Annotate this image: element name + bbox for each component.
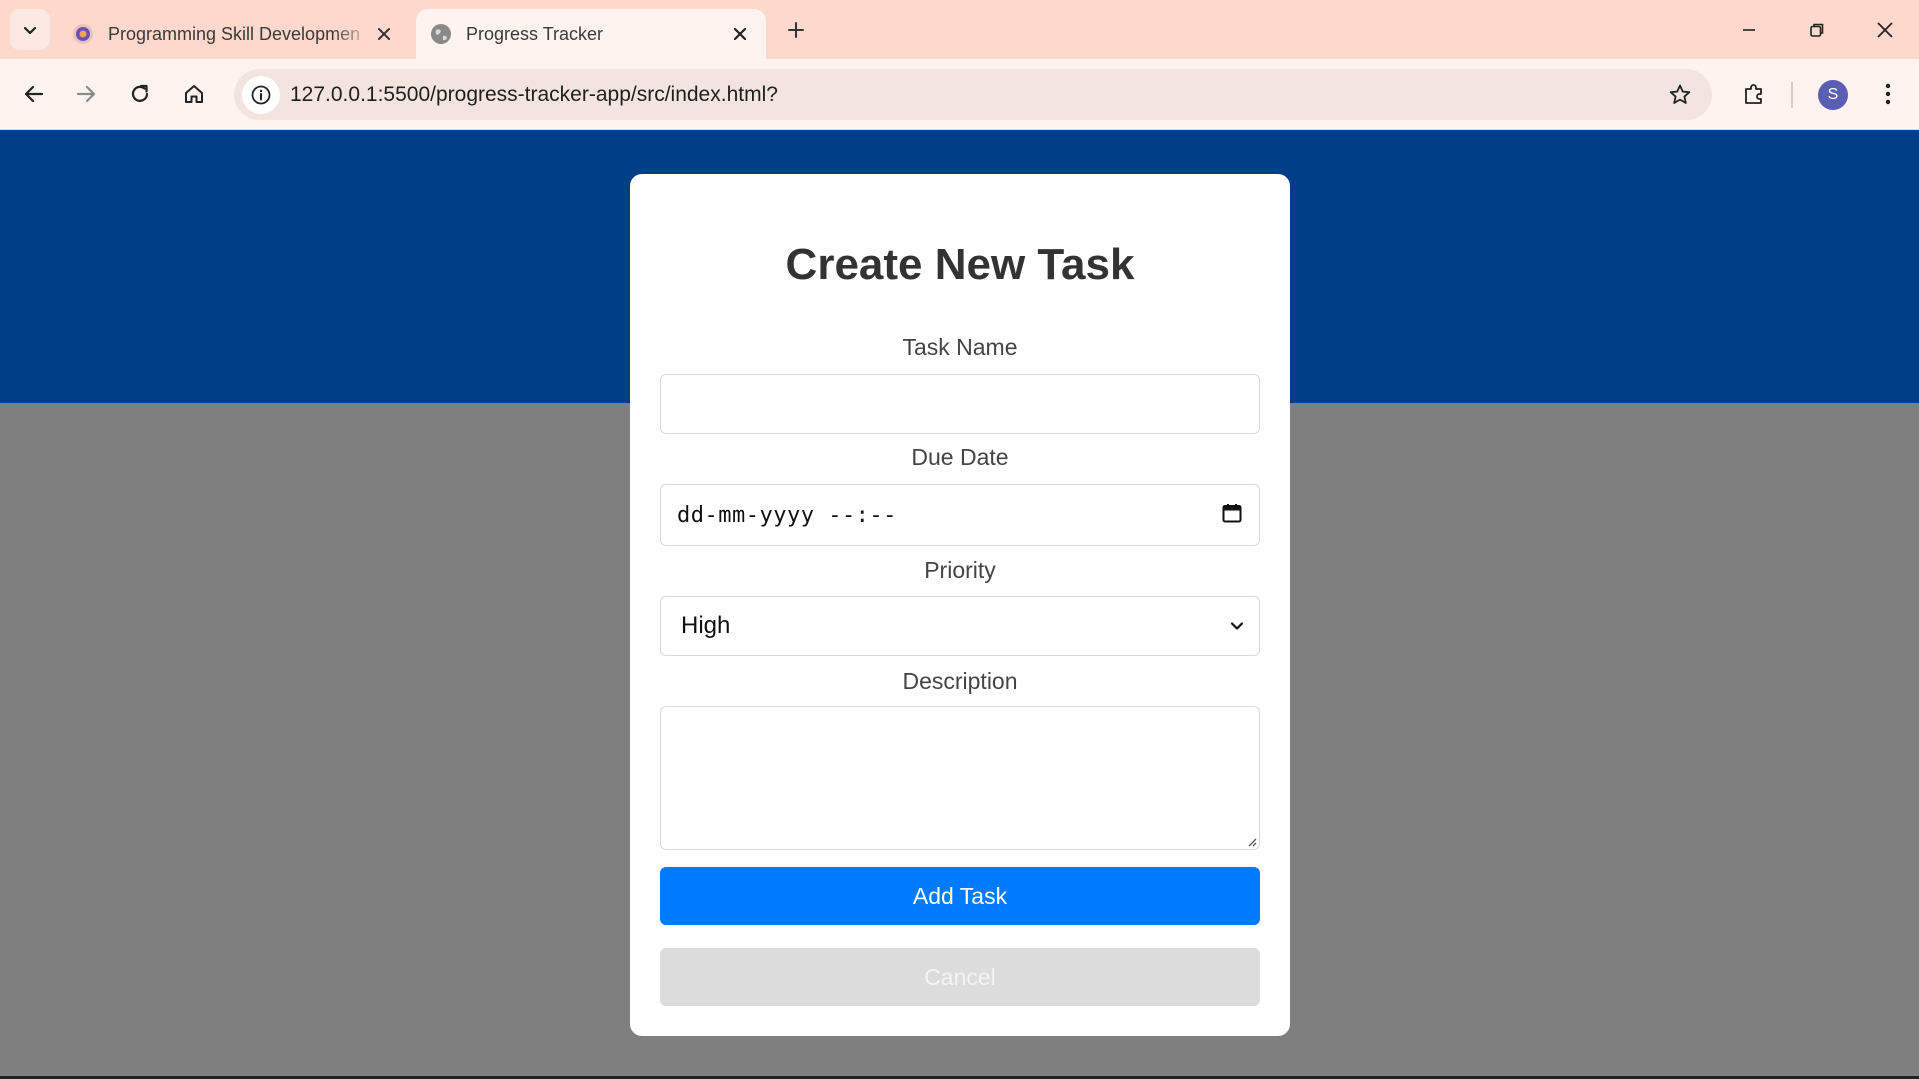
due-date-placeholder: dd-mm-yyyy --:--	[677, 502, 897, 528]
chevron-down-icon	[23, 26, 37, 34]
kebab-menu-icon	[1885, 83, 1891, 105]
tab-progress-tracker[interactable]: Progress Tracker	[416, 9, 766, 59]
reload-button[interactable]	[120, 74, 160, 114]
due-date-input[interactable]: dd-mm-yyyy --:--	[660, 484, 1260, 546]
browser-toolbar: 127.0.0.1:5500/progress-tracker-app/src/…	[0, 59, 1919, 130]
close-icon	[1877, 22, 1893, 38]
url-text[interactable]: 127.0.0.1:5500/progress-tracker-app/src/…	[290, 69, 778, 120]
task-name-input[interactable]	[660, 374, 1260, 434]
priority-selected-value: High	[681, 612, 731, 639]
tab-title: Progress Tracker	[466, 23, 604, 44]
arrow-right-icon	[76, 85, 96, 103]
address-bar[interactable]: 127.0.0.1:5500/progress-tracker-app/src/…	[234, 69, 1712, 120]
puzzle-icon	[1745, 84, 1762, 104]
restore-icon	[1810, 23, 1824, 37]
profile-avatar[interactable]: S	[1818, 80, 1848, 110]
description-textarea[interactable]	[660, 706, 1260, 850]
reload-icon	[131, 84, 149, 102]
new-tab-button[interactable]	[780, 14, 812, 46]
create-task-modal: Create New Task Task Name Due Date dd-mm…	[630, 174, 1290, 1036]
arrow-left-icon	[24, 85, 44, 103]
browser-tabstrip: Programming Skill Developmen Progress Tr…	[0, 0, 1919, 59]
add-task-button[interactable]: Add Task	[660, 867, 1260, 925]
bookmark-button[interactable]	[1666, 81, 1694, 109]
minimize-button[interactable]	[1724, 10, 1774, 50]
home-button[interactable]	[174, 74, 214, 114]
star-icon	[1669, 84, 1691, 104]
forward-button[interactable]	[66, 74, 106, 114]
extensions-button[interactable]	[1734, 74, 1774, 114]
due-date-label: Due Date	[911, 444, 1009, 470]
tab-title: Programming Skill Developmen	[108, 23, 361, 44]
description-label: Description	[902, 668, 1018, 694]
close-icon[interactable]	[372, 22, 396, 46]
globe-icon	[431, 24, 451, 44]
back-button[interactable]	[14, 74, 54, 114]
priority-label: Priority	[924, 557, 996, 583]
restore-button[interactable]	[1792, 10, 1842, 50]
close-icon[interactable]	[728, 22, 752, 46]
priority-select[interactable]: High	[660, 596, 1260, 656]
minimize-icon	[1743, 29, 1755, 31]
cancel-button[interactable]: Cancel	[660, 948, 1260, 1006]
home-icon	[185, 85, 203, 103]
window-close-button[interactable]	[1860, 10, 1910, 50]
tab-programming-skill[interactable]: Programming Skill Developmen	[58, 9, 410, 59]
resize-grip-icon[interactable]	[1245, 835, 1257, 847]
tab-search-button[interactable]	[10, 9, 50, 50]
page-viewport: Create New Task Task Name Due Date dd-mm…	[0, 130, 1919, 1079]
plus-icon	[788, 22, 804, 38]
modal-title: Create New Task	[785, 240, 1135, 289]
toolbar-divider	[1791, 82, 1793, 108]
calendar-icon[interactable]	[1221, 502, 1243, 529]
info-icon	[251, 85, 271, 105]
chevron-down-icon	[1230, 622, 1244, 630]
browser-menu-button[interactable]	[1868, 74, 1908, 114]
task-name-label: Task Name	[902, 334, 1018, 360]
site-info-button[interactable]	[242, 76, 280, 114]
app-favicon	[73, 24, 93, 44]
